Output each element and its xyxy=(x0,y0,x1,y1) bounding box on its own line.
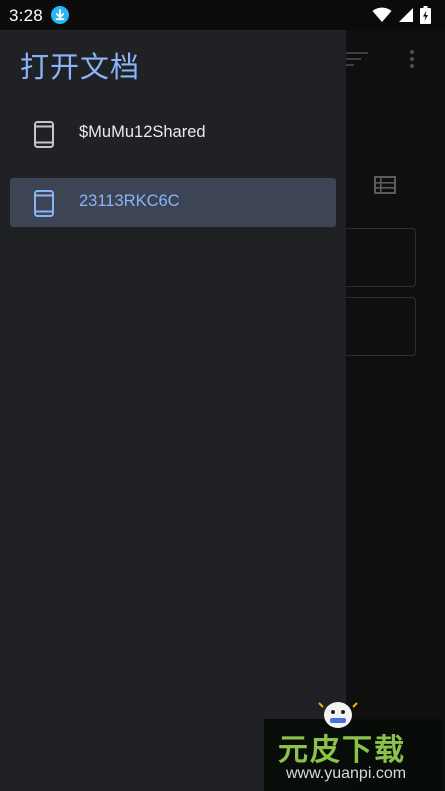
status-bar: 3:28 xyxy=(0,0,445,30)
drawer-item-device[interactable]: 23113RKC6C xyxy=(10,178,336,227)
wifi-icon xyxy=(372,7,392,22)
cell-signal-icon xyxy=(399,8,413,22)
watermark-url: www.yuanpi.com xyxy=(286,765,407,782)
drawer-item-label: 23113RKC6C xyxy=(79,192,180,210)
watermark-text: 元皮下载 xyxy=(278,733,406,768)
download-icon xyxy=(51,6,69,24)
drawer-item-label: $MuMu12Shared xyxy=(79,123,206,141)
phone-icon xyxy=(34,121,54,148)
list-view-icon[interactable] xyxy=(374,176,396,194)
phone-icon xyxy=(34,190,54,217)
drawer-item-mumu-shared[interactable]: $MuMu12Shared xyxy=(10,109,336,158)
status-time: 3:28 xyxy=(9,6,43,25)
status-icons xyxy=(372,6,431,24)
more-vert-icon[interactable] xyxy=(406,48,418,70)
navigation-drawer: 打开文档 $MuMu12Shared 23113RKC6C xyxy=(0,30,346,791)
watermark: 元皮下载 www.yuanpi.com xyxy=(264,702,442,791)
sort-icon[interactable] xyxy=(346,50,368,68)
drawer-title: 打开文档 xyxy=(20,52,141,84)
battery-charging-icon xyxy=(420,6,431,24)
